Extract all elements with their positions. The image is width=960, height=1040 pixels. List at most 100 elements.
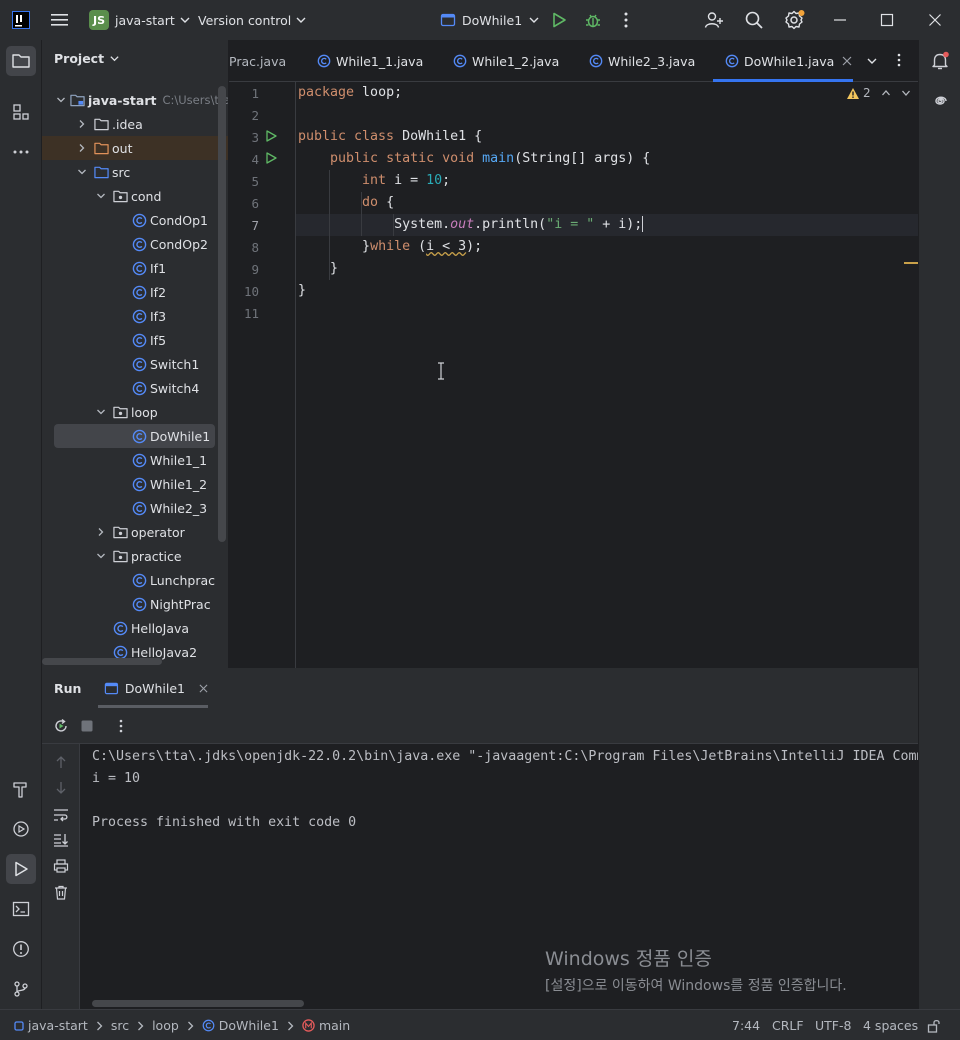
project-selector[interactable]: JS java-start [89, 0, 191, 40]
file-encoding[interactable]: UTF-8 [815, 1010, 851, 1040]
tree-item[interactable]: DoWhile1 [54, 424, 215, 448]
tree-item[interactable]: While1_1 [42, 448, 228, 472]
tab-options-button[interactable] [894, 52, 904, 68]
structure-tool-button[interactable] [6, 97, 36, 127]
tree-item[interactable]: practice [42, 544, 228, 568]
notifications-button[interactable] [925, 46, 955, 76]
run-class-gutter-icon[interactable] [265, 130, 277, 142]
java-class-icon [112, 620, 128, 636]
tree-item[interactable]: If3 [42, 304, 228, 328]
project-panel-header[interactable]: Project [54, 51, 120, 66]
code-with-me-button[interactable] [704, 0, 724, 40]
stop-button[interactable] [81, 720, 93, 732]
tree-item[interactable]: While1_2 [42, 472, 228, 496]
tree-item[interactable]: loop [42, 400, 228, 424]
tab-dowhile1[interactable]: DoWhile1.java [713, 40, 853, 82]
project-tree-scrollbar[interactable] [218, 86, 226, 542]
debug-button[interactable] [584, 0, 602, 40]
tree-item[interactable]: .idea [42, 112, 228, 136]
run-button[interactable] [550, 0, 568, 40]
breadcrumb-item[interactable]: main [319, 1018, 350, 1033]
services-tool-button[interactable] [6, 814, 36, 844]
tree-item[interactable]: java-start C:\Users\tta [42, 88, 228, 112]
tab-while2-3[interactable]: While2_3.java [589, 40, 695, 82]
run-main-gutter-icon[interactable] [265, 152, 277, 164]
tree-item[interactable]: cond [42, 184, 228, 208]
inspection-widget[interactable]: 2 [846, 86, 911, 100]
breadcrumb-item[interactable]: src [111, 1018, 129, 1033]
git-tool-button[interactable] [6, 974, 36, 1004]
tree-item-label: HelloJava [131, 620, 190, 636]
console-hscrollbar[interactable] [92, 1000, 304, 1007]
print-button[interactable] [53, 859, 69, 873]
settings-button[interactable] [783, 0, 805, 40]
indent-setting[interactable]: 4 spaces [863, 1010, 918, 1040]
minimize-button[interactable] [833, 0, 847, 40]
run-tab-dowhile1[interactable]: DoWhile1 [98, 668, 208, 708]
tree-item[interactable]: While2_3 [42, 496, 228, 520]
rerun-button[interactable] [53, 718, 69, 734]
scroll-to-end-button[interactable] [53, 833, 69, 847]
chevron-right-icon[interactable] [94, 525, 108, 539]
tree-item[interactable]: CondOp2 [42, 232, 228, 256]
chevron-down-icon[interactable] [94, 405, 108, 419]
maximize-button[interactable] [880, 0, 894, 40]
chevron-down-icon[interactable] [75, 165, 89, 179]
run-configuration-selector[interactable]: DoWhile1 [440, 0, 540, 40]
chevron-down-icon[interactable] [56, 93, 66, 107]
build-tool-button[interactable] [6, 774, 36, 804]
run-options-button[interactable] [118, 718, 124, 734]
chevron-down-icon[interactable] [94, 549, 108, 563]
tab-list-button[interactable] [866, 55, 878, 67]
tree-item[interactable]: operator [42, 520, 228, 544]
tree-item[interactable]: HelloJava [42, 616, 228, 640]
project-tree-hscrollbar[interactable] [42, 658, 162, 665]
close-tab-icon[interactable] [842, 56, 852, 66]
soft-wrap-button[interactable] [53, 808, 69, 822]
close-icon [929, 14, 941, 26]
project-tree: java-start C:\Users\tta .idea out src cond Con… [42, 88, 228, 663]
clear-console-button[interactable] [54, 885, 68, 900]
tree-item[interactable]: If5 [42, 328, 228, 352]
code-editor[interactable]: package loop; public class DoWhile1 { pu… [296, 82, 918, 668]
line-separator[interactable]: CRLF [772, 1010, 804, 1040]
tree-item[interactable]: Switch1 [42, 352, 228, 376]
scroll-up-button[interactable] [54, 755, 68, 769]
java-class-icon [589, 54, 603, 68]
caret-position[interactable]: 7:44 [732, 1010, 760, 1040]
version-control-menu[interactable]: Version control [198, 0, 307, 40]
close-window-button[interactable] [928, 0, 942, 40]
chevron-right-icon[interactable] [75, 117, 89, 131]
chevron-down-icon[interactable] [94, 189, 108, 203]
run-tool-button[interactable] [6, 854, 36, 884]
search-everywhere-button[interactable] [744, 0, 764, 40]
tree-item[interactable]: src [42, 160, 228, 184]
tree-item[interactable]: NightPrac [42, 592, 228, 616]
console-output[interactable]: C:\Users\tta\.jdks\openjdk-22.0.2\bin\ja… [80, 744, 918, 1009]
breadcrumb-item[interactable]: DoWhile1 [219, 1018, 279, 1033]
minimize-icon [834, 19, 846, 21]
chevron-right-icon[interactable] [75, 141, 89, 155]
project-tool-button[interactable] [6, 46, 36, 76]
tab-while1-1[interactable]: While1_1.java [317, 40, 423, 82]
scroll-down-button[interactable] [54, 781, 68, 795]
problems-tool-button[interactable] [6, 934, 36, 964]
breadcrumb-item[interactable]: loop [152, 1018, 179, 1033]
close-tab-icon[interactable] [199, 684, 208, 693]
tab-while1-2[interactable]: While1_2.java [453, 40, 559, 82]
tree-item[interactable]: out [42, 136, 228, 160]
tree-item[interactable]: Switch4 [42, 376, 228, 400]
tree-item[interactable]: If2 [42, 280, 228, 304]
main-menu-button[interactable] [50, 0, 70, 40]
tree-item[interactable]: CondOp1 [42, 208, 228, 232]
tree-item[interactable]: If1 [42, 256, 228, 280]
warning-scroll-marker[interactable] [904, 262, 918, 264]
tree-item[interactable]: Lunchprac [42, 568, 228, 592]
more-actions-button[interactable] [620, 0, 632, 40]
more-tools-button[interactable] [6, 137, 36, 167]
breadcrumb-item[interactable]: java-start [28, 1018, 88, 1033]
tab-prac[interactable]: Prac.java [229, 40, 286, 82]
terminal-tool-button[interactable] [6, 894, 36, 924]
read-only-toggle[interactable] [927, 1010, 941, 1040]
ai-assistant-button[interactable] [925, 86, 955, 116]
